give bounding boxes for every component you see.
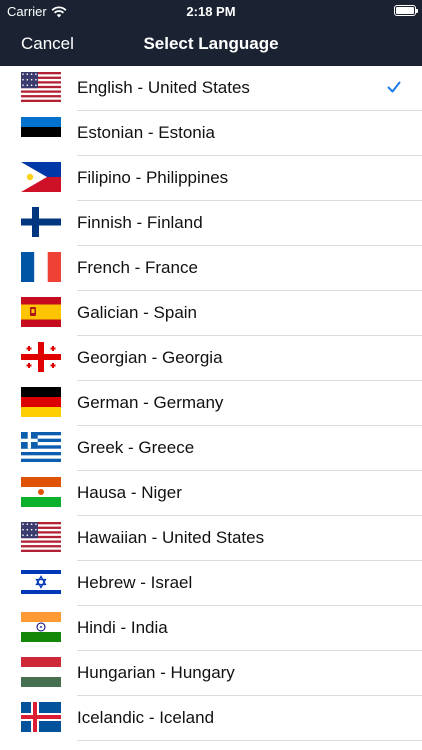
language-label: Hebrew - Israel [77,573,193,592]
georgia-flag-icon [21,342,61,372]
iceland-flag-icon [21,702,61,732]
language-row[interactable]: Finnish - Finland [0,201,422,246]
language-label: Finnish - Finland [77,213,203,232]
spain-flag-icon [21,297,61,327]
language-row[interactable]: Hausa - Niger [0,471,422,516]
language-row[interactable]: Hindi - India [0,606,422,651]
philippines-flag-icon [21,162,61,192]
india-flag-icon [21,612,61,642]
hungary-flag-icon [21,657,61,687]
language-label: Icelandic - Iceland [77,708,215,727]
germany-flag-icon [21,387,61,417]
header: Carrier 2:18 PM Cancel Select Language [0,0,422,66]
language-row[interactable]: Georgian - Georgia [0,336,422,381]
us-flag-icon [21,72,61,102]
language-label: Galician - Spain [77,303,198,322]
language-list: English - United States Estonian - Estoni… [0,66,422,741]
language-label: Hungarian - Hungary [77,663,235,682]
language-label: Hindi - India [77,618,168,637]
page-title: Select Language [143,34,279,53]
language-label: English - United States [77,78,250,97]
language-row[interactable]: English - United States [0,66,422,111]
israel-flag-icon [21,567,61,597]
language-label: Georgian - Georgia [77,348,223,367]
language-row[interactable]: Filipino - Philippines [0,156,422,201]
finland-flag-icon [21,207,61,237]
language-label: Estonian - Estonia [77,123,215,142]
language-row[interactable]: Hebrew - Israel [0,561,422,606]
status-time: 2:18 PM [186,4,236,19]
estonia-flag-icon [21,117,61,147]
language-row[interactable]: French - France [0,246,422,291]
language-label: Hawaiian - United States [77,528,265,547]
language-row[interactable]: Estonian - Estonia [0,111,422,156]
greece-flag-icon [21,432,61,462]
language-label: Filipino - Philippines [77,168,229,187]
language-row[interactable]: Icelandic - Iceland [0,696,422,741]
language-row[interactable]: German - Germany [0,381,422,426]
language-label: German - Germany [77,393,224,412]
language-label: Hausa - Niger [77,483,182,502]
language-row[interactable]: Hungarian - Hungary [0,651,422,696]
language-row[interactable]: Hawaiian - United States [0,516,422,561]
checkmark-icon [387,80,401,94]
status-bar: Carrier 2:18 PM [0,0,422,22]
language-row[interactable]: Galician - Spain [0,291,422,336]
language-row[interactable]: Greek - Greece [0,426,422,471]
language-label: French - France [77,258,198,277]
language-label: Greek - Greece [77,438,195,457]
france-flag-icon [21,252,61,282]
nav-bar: Cancel Select Language [0,22,422,66]
battery-icon [394,5,418,16]
niger-flag-icon [21,477,61,507]
us-flag-icon [21,522,61,552]
